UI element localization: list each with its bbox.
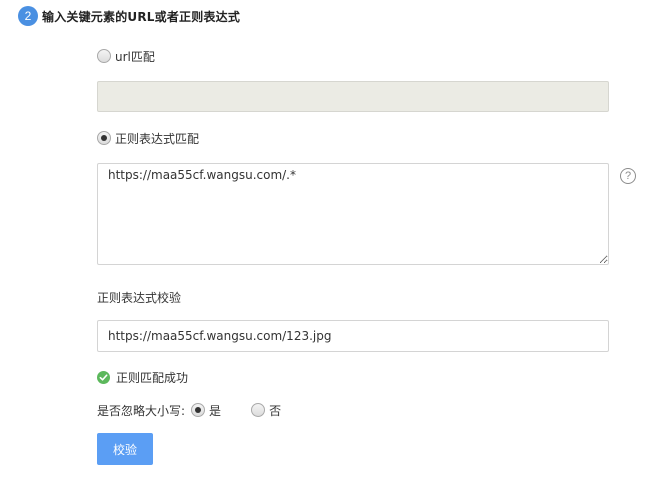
regex-match-radio[interactable] bbox=[97, 131, 111, 145]
ignore-case-option-yes[interactable]: 是 bbox=[191, 401, 221, 419]
regex-test-label: 正则表达式校验 bbox=[97, 291, 182, 305]
help-icon[interactable]: ? bbox=[620, 168, 636, 184]
ignore-case-yes-radio[interactable] bbox=[191, 403, 206, 417]
ignore-case-label: 是否忽略大小写: bbox=[97, 403, 186, 418]
url-match-option[interactable]: url匹配 bbox=[97, 47, 155, 65]
regex-textarea[interactable]: https://maa55cf.wangsu.com/.* bbox=[97, 163, 609, 265]
check-circle-icon bbox=[97, 371, 110, 384]
ignore-case-row: 是否忽略大小写: 是 否 bbox=[97, 401, 281, 419]
match-result-text: 正则匹配成功 bbox=[116, 371, 189, 385]
ignore-case-option-no[interactable]: 否 bbox=[251, 401, 281, 419]
ignore-case-yes-label: 是 bbox=[209, 403, 222, 418]
regex-match-option[interactable]: 正则表达式匹配 bbox=[97, 129, 199, 147]
regex-test-input[interactable] bbox=[97, 320, 609, 352]
ignore-case-no-label: 否 bbox=[269, 403, 282, 418]
step-header: 2 输入关键元素的URL或者正则表达式 bbox=[18, 6, 240, 26]
match-result: 正则匹配成功 bbox=[97, 369, 188, 386]
step-title: 输入关键元素的URL或者正则表达式 bbox=[42, 9, 241, 24]
verify-button[interactable]: 校验 bbox=[97, 433, 153, 465]
url-match-input bbox=[97, 81, 609, 112]
url-match-label: url匹配 bbox=[115, 49, 155, 64]
ignore-case-no-radio[interactable] bbox=[251, 403, 266, 417]
url-match-radio[interactable] bbox=[97, 49, 111, 63]
regex-match-label: 正则表达式匹配 bbox=[115, 131, 200, 146]
step-number-badge: 2 bbox=[18, 6, 38, 26]
